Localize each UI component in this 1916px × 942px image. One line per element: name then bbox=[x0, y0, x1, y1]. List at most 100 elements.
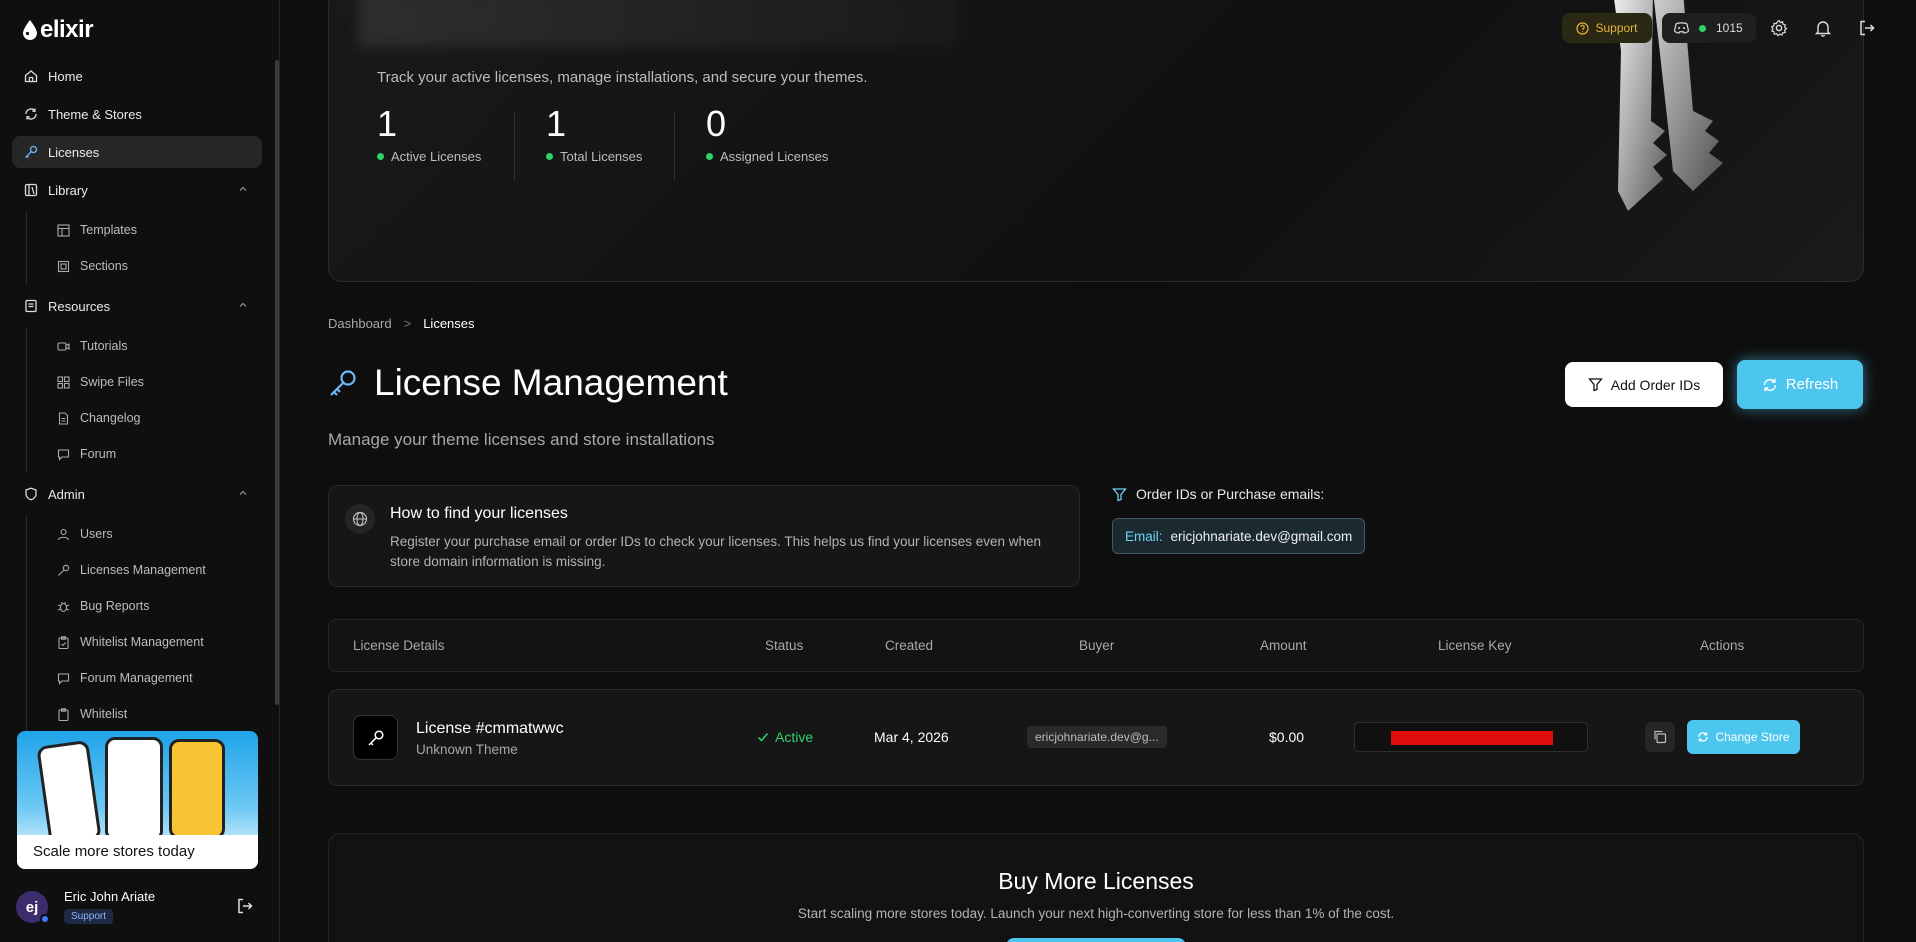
globe-icon bbox=[345, 504, 375, 534]
sidebar-item-label: Changelog bbox=[80, 411, 141, 425]
status-dot bbox=[377, 153, 384, 160]
drop-logo-icon bbox=[23, 20, 37, 40]
bell-icon[interactable] bbox=[1814, 19, 1832, 37]
email-chip[interactable]: Email: ericjohnariate.dev@gmail.com bbox=[1112, 518, 1366, 554]
sidebar-item-bug-reports[interactable]: Bug Reports bbox=[57, 588, 262, 624]
discord-online-count[interactable]: 1015 bbox=[1662, 13, 1756, 43]
promo-card[interactable]: Scale more stores today bbox=[17, 731, 258, 869]
column-header-buyer: Buyer bbox=[1079, 638, 1115, 653]
stat-total-licenses: 1 Total Licenses bbox=[546, 103, 642, 164]
app-logo-text: elixir bbox=[40, 16, 94, 43]
license-key-field[interactable] bbox=[1354, 722, 1588, 752]
help-circle-icon bbox=[1576, 21, 1590, 35]
sidebar-item-label: Bug Reports bbox=[80, 599, 150, 613]
book-icon bbox=[24, 299, 38, 313]
sidebar-item-whitelist[interactable]: Whitelist bbox=[57, 696, 262, 732]
copy-button[interactable] bbox=[1645, 722, 1675, 752]
sidebar-item-label: Admin bbox=[48, 486, 85, 502]
library-icon bbox=[24, 183, 38, 197]
sidebar-item-home[interactable]: Home bbox=[12, 60, 262, 92]
logout-icon[interactable] bbox=[236, 897, 254, 915]
library-submenu: Templates Sections bbox=[26, 212, 262, 284]
buyer-email: ericjohnariate.dev@g... bbox=[1027, 726, 1167, 748]
stat-label: Assigned Licenses bbox=[720, 149, 829, 164]
logout-icon[interactable] bbox=[1858, 19, 1876, 37]
sidebar-item-forum[interactable]: Forum bbox=[57, 436, 262, 472]
stat-divider bbox=[674, 111, 675, 181]
app-root: elixir Home Theme & Stores Licenses Libr… bbox=[0, 0, 1916, 942]
refresh-button[interactable]: Refresh bbox=[1737, 360, 1863, 409]
template-icon bbox=[57, 223, 70, 237]
add-order-ids-button[interactable]: Add Order IDs bbox=[1565, 362, 1723, 407]
breadcrumb-dashboard[interactable]: Dashboard bbox=[328, 316, 392, 331]
how-to-title: How to find your licenses bbox=[390, 505, 568, 522]
check-icon bbox=[757, 733, 769, 742]
user-profile[interactable]: ej Eric John Ariate Support bbox=[16, 887, 266, 929]
hero-subtitle: Track your active licenses, manage insta… bbox=[377, 69, 868, 86]
sidebar-item-swipe-files[interactable]: Swipe Files bbox=[57, 364, 262, 400]
sidebar-nav: Home Theme & Stores Licenses Library Tem… bbox=[12, 60, 262, 738]
stat-value: 1 bbox=[377, 103, 398, 144]
status-badge: Active bbox=[757, 729, 813, 745]
shield-icon bbox=[24, 487, 38, 501]
sidebar-item-label: Licenses Management bbox=[80, 563, 206, 577]
license-theme: Unknown Theme bbox=[416, 742, 518, 757]
key-icon bbox=[24, 145, 38, 159]
support-button[interactable]: Support bbox=[1562, 13, 1652, 43]
chevron-up-icon[interactable] bbox=[238, 488, 248, 498]
chevron-right-icon: > bbox=[403, 316, 412, 331]
key-icon bbox=[57, 564, 70, 577]
refresh-button-label: Refresh bbox=[1785, 376, 1839, 393]
promo-phone-image bbox=[36, 739, 102, 847]
key-icon bbox=[330, 370, 356, 396]
online-dot bbox=[1699, 24, 1706, 32]
sidebar-item-whitelist-management[interactable]: Whitelist Management bbox=[57, 624, 262, 660]
sidebar-item-label: Templates bbox=[80, 223, 137, 237]
sidebar-item-label: Whitelist Management bbox=[80, 635, 204, 649]
sidebar-scrollbar[interactable] bbox=[275, 60, 279, 705]
sidebar-item-sections[interactable]: Sections bbox=[57, 248, 262, 284]
chevron-up-icon[interactable] bbox=[238, 184, 248, 194]
clipboard-icon bbox=[57, 635, 70, 649]
app-logo[interactable]: elixir bbox=[22, 16, 94, 44]
order-ids-label: Order IDs or Purchase emails: bbox=[1112, 486, 1324, 502]
licenses-table-header: License Details Status Created Buyer Amo… bbox=[328, 619, 1864, 672]
user-role-badge: Support bbox=[64, 909, 114, 924]
sidebar-item-theme-stores[interactable]: Theme & Stores bbox=[12, 98, 262, 130]
sidebar-item-label: Whitelist bbox=[80, 707, 128, 721]
sidebar-item-label: Forum bbox=[80, 447, 117, 461]
change-store-label: Change Store bbox=[1715, 730, 1790, 744]
gear-icon[interactable] bbox=[1770, 19, 1788, 37]
refresh-icon bbox=[1698, 732, 1709, 742]
sidebar-item-resources[interactable]: Resources bbox=[12, 290, 262, 322]
sidebar-item-library[interactable]: Library bbox=[12, 174, 262, 206]
column-header-actions: Actions bbox=[1700, 638, 1745, 653]
sidebar-item-forum-management[interactable]: Forum Management bbox=[57, 660, 262, 696]
sidebar-item-label: Library bbox=[48, 182, 88, 198]
sidebar-item-admin[interactable]: Admin bbox=[12, 478, 262, 510]
sidebar-item-label: Tutorials bbox=[80, 339, 128, 353]
status-text: Active bbox=[775, 729, 814, 745]
email-chip-key: Email: bbox=[1125, 528, 1163, 544]
sidebar-item-label: Licenses bbox=[48, 144, 100, 160]
buy-more-title: Buy More Licenses bbox=[998, 868, 1194, 894]
chevron-up-icon[interactable] bbox=[238, 300, 248, 310]
user-icon bbox=[57, 528, 70, 541]
discord-icon bbox=[1674, 22, 1689, 34]
bug-icon bbox=[57, 600, 70, 613]
column-header-created: Created bbox=[885, 638, 934, 653]
column-header-amount: Amount bbox=[1260, 638, 1307, 653]
sidebar-item-licenses-management[interactable]: Licenses Management bbox=[57, 552, 262, 588]
sidebar-item-templates[interactable]: Templates bbox=[57, 212, 262, 248]
breadcrumb: Dashboard > Licenses bbox=[328, 316, 475, 331]
column-header-license-key: License Key bbox=[1438, 638, 1512, 653]
change-store-button[interactable]: Change Store bbox=[1687, 720, 1800, 754]
sidebar-item-licenses[interactable]: Licenses bbox=[12, 136, 262, 168]
sidebar-item-changelog[interactable]: Changelog bbox=[57, 400, 262, 436]
sidebar-item-tutorials[interactable]: Tutorials bbox=[57, 328, 262, 364]
buy-more-button[interactable] bbox=[1006, 938, 1186, 942]
sidebar-item-users[interactable]: Users bbox=[57, 516, 262, 552]
column-header-status: Status bbox=[765, 638, 804, 653]
sidebar-item-label: Swipe Files bbox=[80, 375, 144, 389]
sidebar: elixir Home Theme & Stores Licenses Libr… bbox=[0, 0, 280, 942]
